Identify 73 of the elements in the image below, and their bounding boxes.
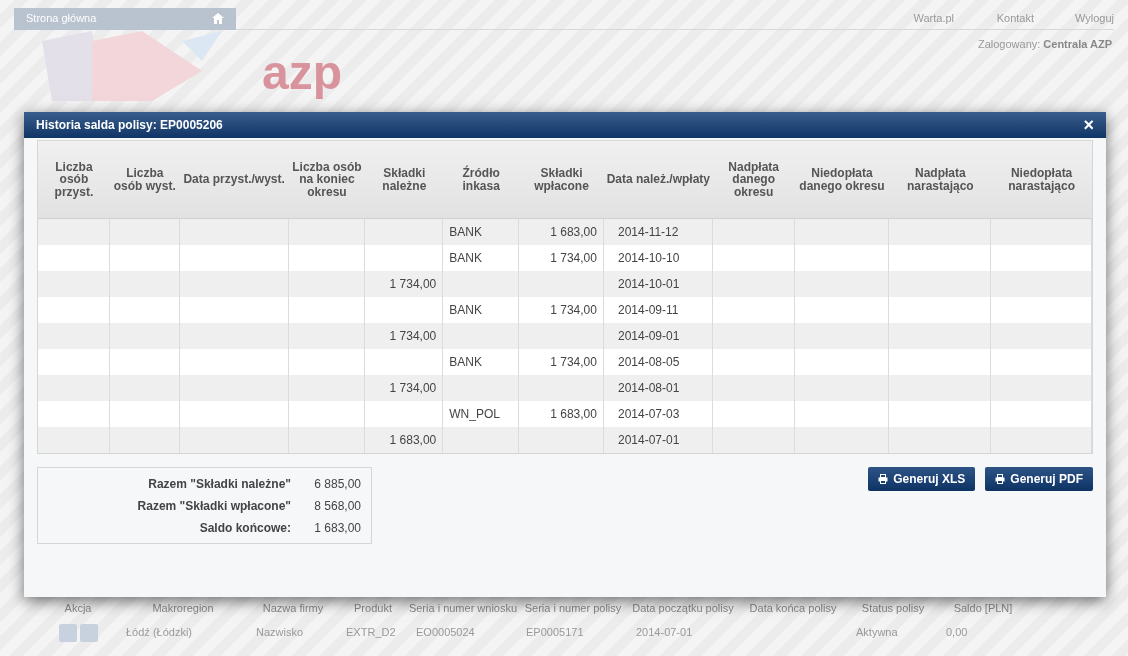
column-header[interactable]: Data początku polisy: [628, 601, 738, 614]
column-header: Liczba osób przyst.: [53, 160, 95, 199]
column-header: Data przyst./wyst.: [183, 173, 285, 186]
dialog-title: Historia salda polisy: EP0005206: [36, 117, 223, 134]
home-tab[interactable]: Strona główna: [14, 7, 236, 30]
printer-icon: [995, 474, 1006, 484]
column-header[interactable]: Data końca polisy: [738, 601, 848, 614]
column-header[interactable]: Makroregion: [118, 601, 248, 614]
table-cell-text: 2014-10-10: [616, 250, 680, 267]
table-cell-text: Aktywna: [855, 625, 899, 641]
generate-button[interactable]: Generuj PDF: [985, 467, 1093, 491]
summary-value: 8 568,00: [313, 497, 361, 515]
column-header: Źródło inkasa: [461, 167, 501, 192]
table-cell-text: 2014-07-01: [616, 432, 680, 449]
table-cell-text: 2014-08-05: [616, 354, 680, 371]
table-cell-text: BANK: [449, 250, 482, 267]
top-link[interactable]: Warta.pl: [874, 10, 954, 27]
summary-label: Razem "Składki wpłacone": [137, 497, 291, 515]
column-header: Niedopłata danego okresu: [798, 167, 886, 192]
table-cell-text: Łódź (Łódzki): [125, 625, 194, 641]
column-header: Składki wpłacone: [533, 167, 590, 192]
table-cell-text: 2014-10-01: [616, 276, 680, 293]
table-cell-text: 1 734,00: [389, 276, 437, 293]
column-header: Składki należne: [381, 167, 428, 192]
top-link[interactable]: Kontakt: [954, 10, 1034, 27]
table-cell-text: 2014-07-03: [616, 406, 680, 423]
table-cell-text: 1 734,00: [550, 250, 597, 267]
close-button[interactable]: ×: [1083, 116, 1094, 134]
column-header[interactable]: Akcja: [38, 601, 118, 614]
table-cell-text: BANK: [449, 302, 482, 319]
table-cell-text: 2014-11-12: [616, 224, 679, 241]
table-cell-text: 2014-09-11: [616, 302, 679, 319]
summary-label: Saldo końcowe:: [199, 519, 291, 537]
summary-value: 6 885,00: [313, 475, 361, 493]
table-cell-text: WN_POL: [449, 406, 500, 423]
column-header: Nadpłata narastająco: [905, 167, 975, 192]
column-header[interactable]: Seria i numer wniosku: [408, 601, 518, 614]
table-cell-text: 1 734,00: [550, 354, 597, 371]
column-header[interactable]: Status polisy: [848, 601, 938, 614]
table-cell-text: 1 683,00: [550, 224, 597, 241]
summary-value: 1 683,00: [313, 519, 361, 537]
table-cell-text: 0,00: [945, 625, 969, 641]
summary-label: Razem "Składki należne": [148, 475, 291, 493]
table-cell-text: BANK: [449, 224, 482, 241]
table-cell-text: EP0005171: [525, 625, 585, 641]
logo-text: azp: [262, 44, 342, 101]
column-header: Niedopłata narastająco: [1007, 167, 1076, 192]
printer-icon: [878, 474, 889, 484]
table-cell-text: 2014-07-01: [635, 625, 694, 641]
column-header: Data należ./wpłaty: [606, 173, 711, 186]
table-cell-text: EXTR_D2: [345, 625, 397, 641]
table-cell-text: BANK: [449, 354, 482, 371]
column-header[interactable]: Produkt: [338, 601, 408, 614]
table-cell-text: 1 734,00: [389, 328, 437, 345]
column-header[interactable]: Seria i numer polisy: [518, 601, 628, 614]
top-link[interactable]: Wyloguj: [1034, 10, 1114, 27]
logged-user: Centrala AZP: [1043, 37, 1112, 52]
column-header: Liczba osób na koniec okresu: [291, 160, 363, 199]
table-cell-text: 1 683,00: [550, 406, 597, 423]
table-cell-text: 2014-09-01: [616, 328, 680, 345]
table-cell-text: 1 683,00: [389, 432, 437, 449]
column-header[interactable]: Saldo [PLN]: [938, 601, 1028, 614]
table-cell-text: 1 734,00: [550, 302, 597, 319]
column-header[interactable]: Nazwa firmy: [248, 601, 338, 614]
table-cell-text: EO0005024: [415, 625, 476, 641]
home-icon: [212, 13, 224, 24]
logged-label: Zalogowany:: [977, 37, 1041, 52]
column-header: Nadpłata danego okresu: [727, 160, 780, 199]
generate-button[interactable]: Generuj XLS: [868, 467, 976, 491]
table-cell-text: Nazwisko: [255, 625, 305, 641]
table-cell-text: 2014-08-01: [616, 380, 680, 397]
column-header: Liczba osób wyst.: [112, 167, 177, 192]
table-cell-text: 1 734,00: [389, 380, 437, 397]
